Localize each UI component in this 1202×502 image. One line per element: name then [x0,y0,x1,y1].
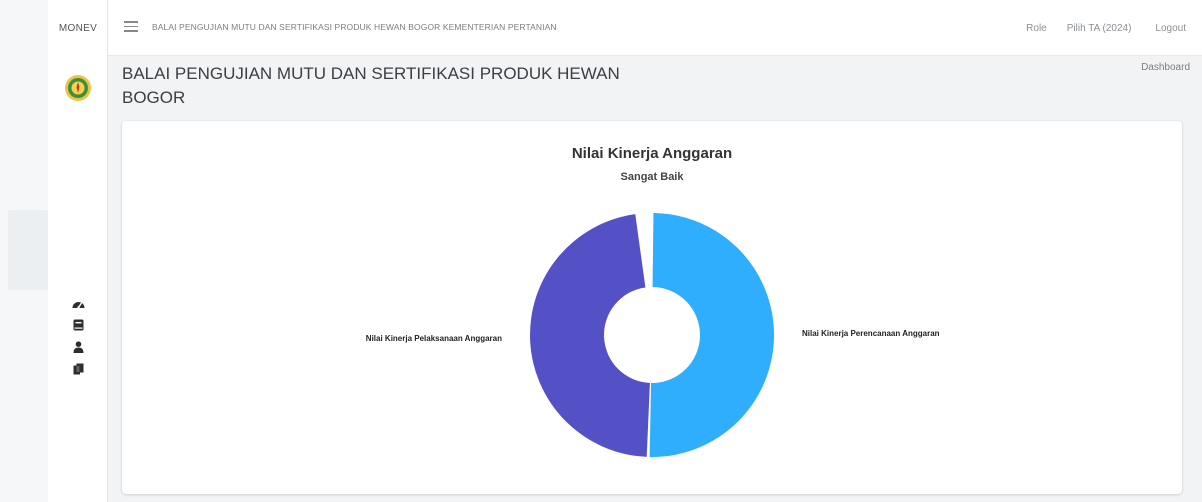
brand-name[interactable]: MONEV [48,0,108,56]
copy-icon [73,363,83,375]
role-link[interactable]: Role [1026,23,1047,34]
slice-label: Nilai Kinerja Pelaksanaan Anggaran [366,334,502,343]
book-icon [73,319,83,331]
slice-label: Nilai Kinerja Perencanaan Anggaran [802,329,940,338]
logout-link[interactable]: Logout [1155,23,1186,34]
topbar-nav: Role Pilih TA (2024) Logout [1026,0,1202,56]
sidebar-item-book[interactable] [48,314,108,336]
page-title: BALAI PENGUJIAN MUTU DAN SERTIFIKASI PRO… [122,64,620,107]
topbar-title: BALAI PENGUJIAN MUTU DAN SERTIFIKASI PRO… [152,22,557,32]
background-panel [0,0,48,502]
sidebar-nav [48,292,108,380]
donut-chart: Nilai Kinerja Perencanaan Anggaran Nilai … [366,213,940,458]
background-block [8,210,48,290]
breadcrumb[interactable]: Dashboard [1141,62,1190,73]
page-header: BALAI PENGUJIAN MUTU DAN SERTIFIKASI PRO… [108,56,1202,118]
donut-slice[interactable] [649,213,775,458]
sidebar-item-copy[interactable] [48,358,108,380]
donut-slice[interactable] [530,214,650,457]
ministry-logo [65,75,91,101]
sidebar: MONEV [48,0,108,502]
topbar: BALAI PENGUJIAN MUTU DAN SERTIFIKASI PRO… [108,0,1202,56]
chart-card: Nilai Kinerja Anggaran Sangat Baik Nilai… [122,121,1182,494]
dashboard-icon [72,301,84,309]
ta-selector[interactable]: Pilih TA (2024) [1067,23,1132,34]
user-icon [73,341,83,353]
menu-toggle-icon[interactable] [124,21,138,33]
sidebar-item-dashboard[interactable] [48,292,108,314]
sidebar-item-user[interactable] [48,336,108,358]
